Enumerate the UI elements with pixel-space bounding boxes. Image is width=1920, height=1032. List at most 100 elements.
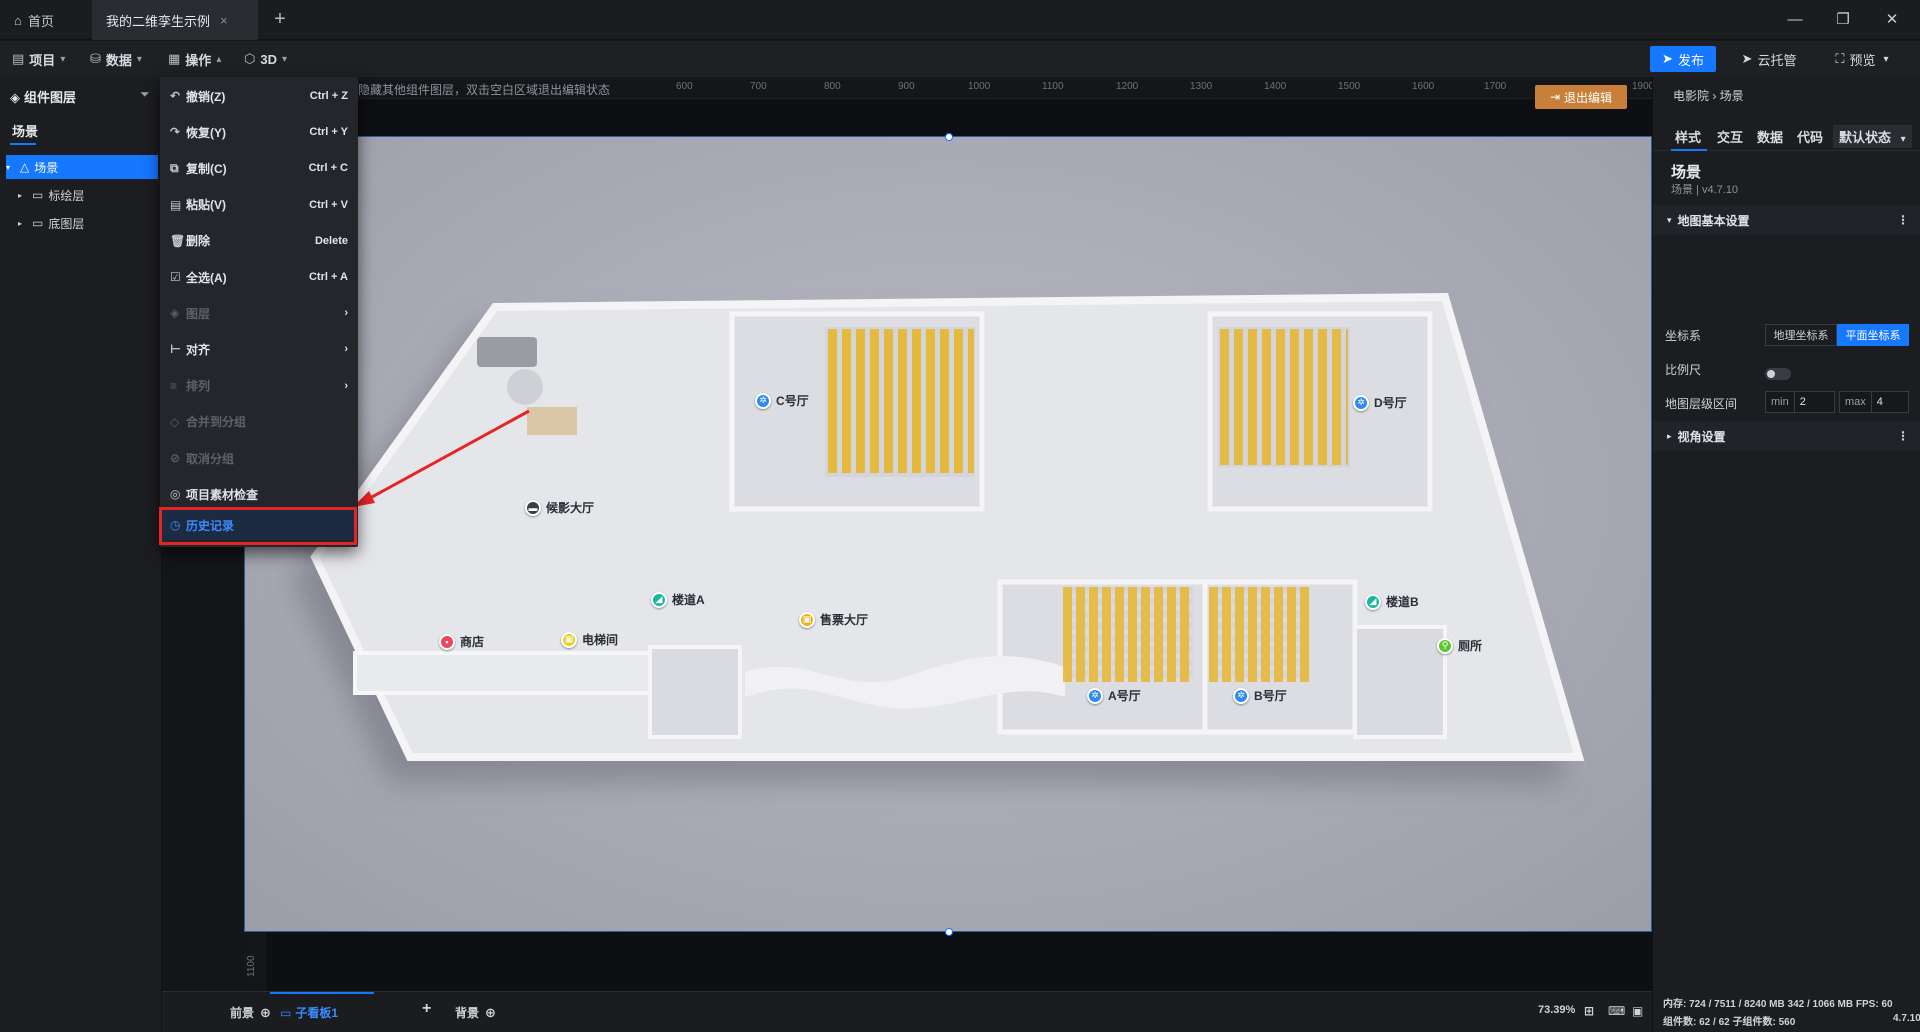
tab-interaction[interactable]: 交互 [1717, 127, 1743, 146]
maximize-button[interactable]: ❐ [1831, 8, 1855, 32]
filter-icon[interactable]: ⏷ [140, 87, 150, 102]
poi-label: 楼道B [1386, 595, 1419, 609]
add-circle-icon[interactable]: ⊕ [485, 1005, 496, 1021]
coord-plane-option[interactable]: 平面坐标系 [1837, 324, 1909, 346]
exit-edit-button[interactable]: ⇥ 退出编辑 [1535, 85, 1627, 109]
stair-a [648, 645, 742, 739]
select-all-icon: ☑ [170, 270, 181, 284]
new-tab-button[interactable]: + [268, 8, 292, 32]
cloud-host-button[interactable]: ➤ 云托管 [1734, 46, 1804, 72]
dropdown-item-label: 取消分组 [186, 451, 235, 466]
add-board-button[interactable]: + [422, 1000, 431, 1018]
menu-project[interactable]: ▤ 项目 ▾ [12, 49, 65, 69]
resize-handle-bottom[interactable] [945, 928, 953, 936]
menu-data[interactable]: ⛁ 数据 ▾ [90, 49, 142, 69]
dropdown-item-label: 项目素材检查 [186, 487, 259, 502]
tree-item-base-layer[interactable]: ▸ ▭ 底图层 [18, 211, 170, 235]
tree-item-plot-layer[interactable]: ▸ ▭ 标绘层 [18, 183, 170, 207]
dropdown-item-arrange[interactable]: ≡ 排列 › [160, 371, 358, 401]
tree-item-scene[interactable]: ▾ △ 场景 [6, 155, 158, 179]
poi-hall-c[interactable]: ✲ C号厅 [755, 392, 809, 409]
dropdown-item-copy[interactable]: ⧉ 复制(C) Ctrl + C [160, 153, 358, 183]
scale-toggle[interactable] [1765, 368, 1791, 380]
background-tab[interactable]: 背景 ⊕ [455, 1004, 496, 1021]
tab-underline [1671, 149, 1707, 151]
seats-b [1209, 587, 1309, 682]
tab-style[interactable]: 样式 [1675, 127, 1701, 146]
poi-shop[interactable]: ▪ 商店 [439, 633, 484, 650]
dropdown-item-check[interactable]: ◎ 项目素材检查 [160, 479, 358, 509]
dropdown-item-trash[interactable]: 🗑 删除 Delete [160, 226, 358, 256]
poi-label: D号厅 [1374, 396, 1407, 410]
poi-stair-a[interactable]: ◢ 楼道A [651, 591, 705, 608]
poi-hall-a[interactable]: ✲ A号厅 [1087, 687, 1141, 704]
foreground-tab[interactable]: 前景 ⊕ [230, 1004, 271, 1021]
zoom-level[interactable]: 73.39% [1538, 1004, 1575, 1016]
shop-icon: ▪ [439, 633, 455, 650]
close-window-button[interactable]: ✕ [1880, 8, 1904, 32]
dropdown-item-layer[interactable]: ◈ 图层 › [160, 298, 358, 328]
dropdown-item-align[interactable]: ⊢ 对齐 › [160, 334, 358, 364]
poi-label: 楼道A [672, 593, 705, 607]
dropdown-item-label: 粘贴(V) [186, 198, 226, 213]
tree-item-label: 标绘层 [48, 188, 85, 203]
resize-handle-top[interactable] [945, 133, 953, 141]
dropdown-item-group[interactable]: ◇ 合并到分组 [160, 407, 358, 437]
more-icon[interactable]: ⋮ [1897, 213, 1909, 227]
dropdown-item-ungroup[interactable]: ⊘ 取消分组 [160, 443, 358, 473]
dropdown-item-paste[interactable]: ▤ 粘贴(V) Ctrl + V [160, 190, 358, 220]
close-tab-icon[interactable]: × [220, 13, 228, 28]
poi-hall-b[interactable]: ✲ B号厅 [1233, 687, 1287, 704]
cloud-host-label: 云托管 [1757, 52, 1797, 68]
state-select-value: 默认状态 [1839, 130, 1892, 145]
menu-operate[interactable]: ▦ 操作 ▴ [168, 49, 221, 69]
min-level-input[interactable]: min 2 [1765, 391, 1835, 413]
dropdown-item-undo[interactable]: ↶ 撤销(Z) Ctrl + Z [160, 81, 358, 111]
tab-code[interactable]: 代码 [1797, 127, 1823, 146]
poi-restroom[interactable]: ⚲ 厕所 [1437, 637, 1482, 654]
dropdown-item-select-all[interactable]: ☑ 全选(A) Ctrl + A [160, 262, 358, 292]
layer-icon: ◈ [170, 306, 180, 321]
tab-project-label: 我的二维孪生示例 [106, 13, 211, 29]
poi-elevator[interactable]: ▣ 电梯间 [561, 631, 618, 648]
tab-data[interactable]: 数据 [1757, 127, 1783, 146]
scene-canvas[interactable]: ✲ C号厅 ✲ D号厅 ▬ 候影大厅 ◢ 楼道A ▣ 售票大厅 ◢ 楼道B ⚲ 厕所 ▪ 商店 … [244, 133, 1652, 936]
publish-button[interactable]: ➤ 发布 [1650, 46, 1716, 72]
more-icon[interactable]: ⋮ [1897, 429, 1909, 443]
operate-dropdown-menu: ↶ 撤销(Z) Ctrl + Z ↷ 恢复(Y) Ctrl + Y ⧉ 复制(C) Ctrl +… [160, 77, 358, 547]
dropdown-item-label: 合并到分组 [186, 415, 247, 430]
tab-subboard-1[interactable]: ▭ 子看板1 [280, 1004, 338, 1021]
trash-icon: 🗑 [170, 233, 186, 248]
section-map-basic[interactable]: ▾ 地图基本设置 ⋮ [1653, 205, 1920, 235]
poi-ticket-hall[interactable]: ▣ 售票大厅 [799, 611, 868, 628]
minimize-button[interactable]: — [1783, 8, 1807, 32]
terminal-icon[interactable]: ▣ [1632, 1004, 1643, 1018]
tab-scene[interactable]: 场景 [12, 121, 38, 140]
chevron-down-icon: ▾ [1883, 53, 1889, 65]
tab-home-label: 首页 [27, 13, 54, 29]
menu-3d[interactable]: ⬡ 3D ▾ [244, 49, 287, 69]
film-icon: ✲ [1233, 687, 1249, 704]
preview-button[interactable]: ⛶ 预览 ▾ [1822, 46, 1902, 72]
align-icon: ⊢ [170, 342, 181, 357]
tab-home[interactable]: ⌂ 首页 [0, 0, 92, 40]
tab-project[interactable]: 我的二维孪生示例 × [92, 0, 258, 40]
max-level-input[interactable]: max 4 [1839, 391, 1909, 413]
restroom-icon: ⚲ [1437, 637, 1453, 654]
dropdown-item-redo[interactable]: ↷ 恢复(Y) Ctrl + Y [160, 117, 358, 147]
memory-status: 内存: 724 / 7511 / 8240 MB 342 / 1066 MB F… [1663, 999, 1893, 1010]
ruler-tick: 1100 [1042, 81, 1064, 92]
poi-hall-d[interactable]: ✲ D号厅 [1353, 394, 1407, 411]
shortcut-label: › [344, 307, 348, 320]
add-circle-icon[interactable]: ⊕ [260, 1005, 271, 1021]
fit-screen-icon[interactable]: ⊞ [1584, 1004, 1594, 1018]
section-view[interactable]: ▸ 视角设置 ⋮ [1653, 421, 1920, 451]
redo-icon: ↷ [170, 125, 181, 140]
poi-label: B号厅 [1254, 689, 1287, 703]
poi-label: 候影大厅 [546, 501, 595, 515]
keyboard-icon[interactable]: ⌨ [1608, 1004, 1625, 1018]
dropdown-item-label: 图层 [186, 306, 211, 321]
state-select[interactable]: 默认状态 ▾ [1833, 125, 1912, 148]
coord-geo-option[interactable]: 地理坐标系 [1765, 324, 1837, 346]
poi-stair-b[interactable]: ◢ 楼道B [1365, 593, 1419, 610]
